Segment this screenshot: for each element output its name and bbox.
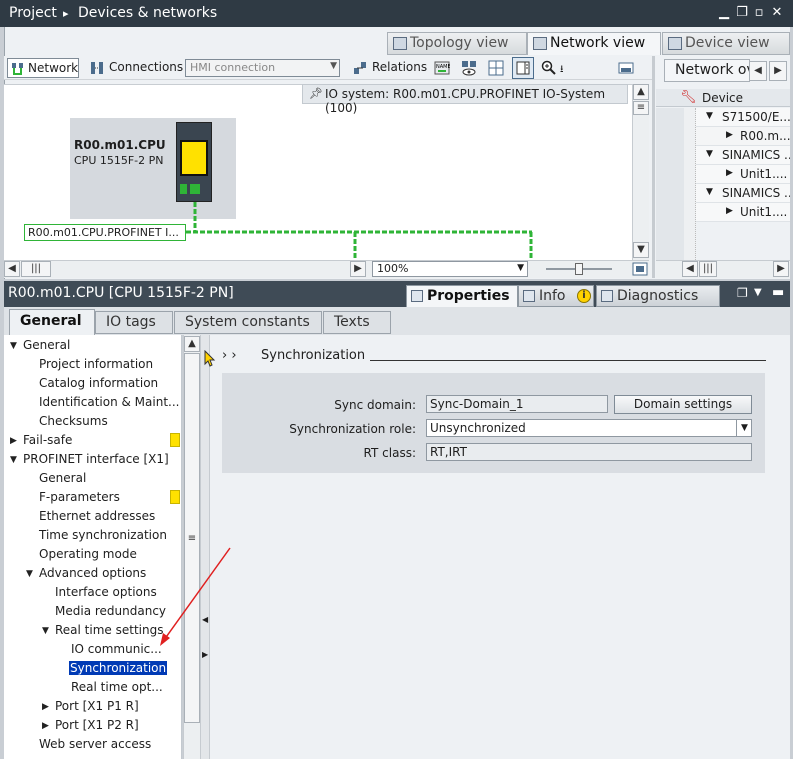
tab-texts[interactable]: Texts bbox=[323, 311, 391, 334]
scroll-left-icon[interactable]: ◀ bbox=[682, 261, 698, 277]
navigation-scrollbar[interactable]: ▲ ≡ bbox=[183, 335, 200, 759]
content-breadcrumb[interactable]: › › bbox=[222, 348, 237, 363]
collapse-icon[interactable]: ▼ bbox=[42, 626, 49, 636]
nav-advanced-options[interactable]: Advanced options bbox=[39, 566, 146, 580]
diagnostics-icon bbox=[601, 290, 613, 302]
expand-icon[interactable]: ▶ bbox=[726, 206, 733, 216]
nav-fail-safe[interactable]: Fail-safe bbox=[23, 433, 72, 447]
rt-class-field: RT,IRT bbox=[426, 443, 752, 461]
panel-splitter[interactable]: ◀ ▶ bbox=[200, 335, 210, 759]
minimize-icon[interactable]: ▬ bbox=[772, 285, 784, 300]
nav-interface-options[interactable]: Interface options bbox=[55, 585, 157, 599]
collapse-icon[interactable]: ▼ bbox=[26, 569, 33, 579]
tab-network-overview[interactable]: Network overview bbox=[664, 59, 750, 82]
zoom-slider-handle[interactable] bbox=[575, 263, 583, 275]
warning-flag-icon bbox=[170, 433, 180, 447]
menu-down-icon[interactable]: ▼ bbox=[754, 287, 762, 298]
nav-identification[interactable]: Identification & Maint... bbox=[39, 395, 179, 409]
tab-io-tags[interactable]: IO tags bbox=[95, 311, 173, 334]
zoom-select[interactable]: 100% ▼ bbox=[372, 261, 528, 277]
collapse-icon[interactable]: ▼ bbox=[706, 149, 713, 159]
nav-profinet-interface[interactable]: PROFINET interface [X1] bbox=[23, 452, 169, 466]
collapse-icon[interactable]: ▼ bbox=[706, 111, 713, 121]
section-divider bbox=[370, 360, 766, 361]
nav-synchronization[interactable]: Synchronization bbox=[69, 661, 168, 675]
scroll-thumb[interactable]: ||| bbox=[699, 261, 717, 277]
nav-io-communication[interactable]: IO communic... bbox=[71, 642, 162, 656]
collapse-right-icon[interactable]: ▶ bbox=[202, 650, 208, 659]
domain-settings-button[interactable]: Domain settings bbox=[614, 395, 752, 414]
nav-port-2[interactable]: Port [X1 P2 R] bbox=[55, 718, 139, 732]
sync-role-select[interactable]: Unsynchronized bbox=[426, 419, 752, 437]
scroll-thumb[interactable]: ≡ bbox=[184, 353, 200, 723]
sync-domain-field: Sync-Domain_1 bbox=[426, 395, 608, 413]
inspector-title: R00.m01.CPU [CPU 1515F-2 PN] bbox=[8, 285, 234, 301]
properties-icon bbox=[411, 290, 423, 302]
canvas-vertical-scrollbar[interactable]: ▲ ≡ ▼ bbox=[632, 84, 649, 260]
expand-icon[interactable]: ▶ bbox=[10, 436, 17, 446]
overview-row-header bbox=[656, 108, 684, 260]
nav-checksums[interactable]: Checksums bbox=[39, 414, 108, 428]
nav-f-parameters[interactable]: F-parameters bbox=[39, 490, 120, 504]
tab-general[interactable]: General bbox=[9, 309, 95, 335]
tab-scroll-right-icon[interactable]: ▶ bbox=[769, 61, 787, 81]
section-title: Synchronization bbox=[261, 348, 366, 363]
expand-icon[interactable]: ▶ bbox=[726, 168, 733, 178]
expand-icon[interactable]: ▶ bbox=[726, 130, 733, 140]
tab-info[interactable]: Info i bbox=[518, 285, 594, 307]
nav-media-redundancy[interactable]: Media redundancy bbox=[55, 604, 166, 618]
collapse-icon[interactable]: ▼ bbox=[10, 341, 17, 351]
dropdown-arrow-icon: ▼ bbox=[517, 263, 524, 273]
collapse-left-icon[interactable]: ◀ bbox=[202, 615, 208, 624]
scroll-down-icon[interactable]: ▼ bbox=[633, 242, 649, 258]
nav-web-server-access[interactable]: Web server access bbox=[39, 737, 151, 751]
restore-icon[interactable]: ❐ bbox=[737, 286, 748, 300]
nav-port-1[interactable]: Port [X1 P1 R] bbox=[55, 699, 139, 713]
nav-real-time-settings[interactable]: Real time settings bbox=[55, 623, 163, 637]
sync-role-label: Synchronization role: bbox=[289, 422, 416, 436]
scroll-right-icon[interactable]: ▶ bbox=[350, 261, 366, 277]
overview-horizontal-scrollbar[interactable]: ◀ ||| ▶ bbox=[656, 260, 790, 278]
expand-icon[interactable]: ▶ bbox=[42, 702, 49, 712]
scroll-thumb[interactable]: ||| bbox=[21, 261, 51, 277]
tab-scroll-left-icon[interactable]: ◀ bbox=[749, 61, 767, 81]
nav-catalog-information[interactable]: Catalog information bbox=[39, 376, 158, 390]
nav-time-synchronization[interactable]: Time synchronization bbox=[39, 528, 167, 542]
fit-view-icon[interactable] bbox=[632, 262, 648, 276]
warning-flag-icon bbox=[170, 490, 180, 504]
nav-ethernet-addresses[interactable]: Ethernet addresses bbox=[39, 509, 155, 523]
info-badge-icon: i bbox=[577, 289, 591, 303]
scroll-up-icon[interactable]: ▲ bbox=[184, 336, 200, 352]
profinet-io-system-label[interactable]: R00.m01.CPU.PROFINET I... bbox=[24, 224, 186, 241]
nav-pn-general[interactable]: General bbox=[39, 471, 86, 485]
dropdown-arrow-icon[interactable]: ▼ bbox=[736, 419, 752, 437]
sync-domain-label: Sync domain: bbox=[334, 398, 416, 412]
scroll-up-icon[interactable]: ▲ bbox=[633, 84, 649, 100]
collapse-icon[interactable]: ▼ bbox=[10, 455, 17, 465]
scroll-thumb[interactable]: ≡ bbox=[633, 101, 649, 115]
info-icon bbox=[523, 290, 535, 302]
overview-tree-gutter bbox=[684, 108, 696, 260]
tools-icon: 🔧︎ bbox=[680, 90, 697, 105]
collapse-icon[interactable]: ▼ bbox=[706, 187, 713, 197]
tab-diagnostics[interactable]: Diagnostics bbox=[596, 285, 720, 307]
panel-splitter[interactable] bbox=[652, 56, 655, 278]
nav-project-information[interactable]: Project information bbox=[39, 357, 153, 371]
nav-operating-mode[interactable]: Operating mode bbox=[39, 547, 137, 561]
mouse-cursor-icon bbox=[204, 350, 216, 367]
overview-header: 🔧︎ Device bbox=[656, 89, 790, 107]
scroll-left-icon[interactable]: ◀ bbox=[4, 261, 20, 277]
nav-real-time-options[interactable]: Real time opt... bbox=[71, 680, 163, 694]
rt-class-label: RT class: bbox=[363, 446, 416, 460]
nav-general[interactable]: General bbox=[23, 338, 70, 352]
tab-system-constants[interactable]: System constants bbox=[174, 311, 322, 334]
tab-properties[interactable]: Properties bbox=[406, 285, 518, 307]
expand-icon[interactable]: ▶ bbox=[42, 721, 49, 731]
scroll-right-icon[interactable]: ▶ bbox=[773, 261, 789, 277]
